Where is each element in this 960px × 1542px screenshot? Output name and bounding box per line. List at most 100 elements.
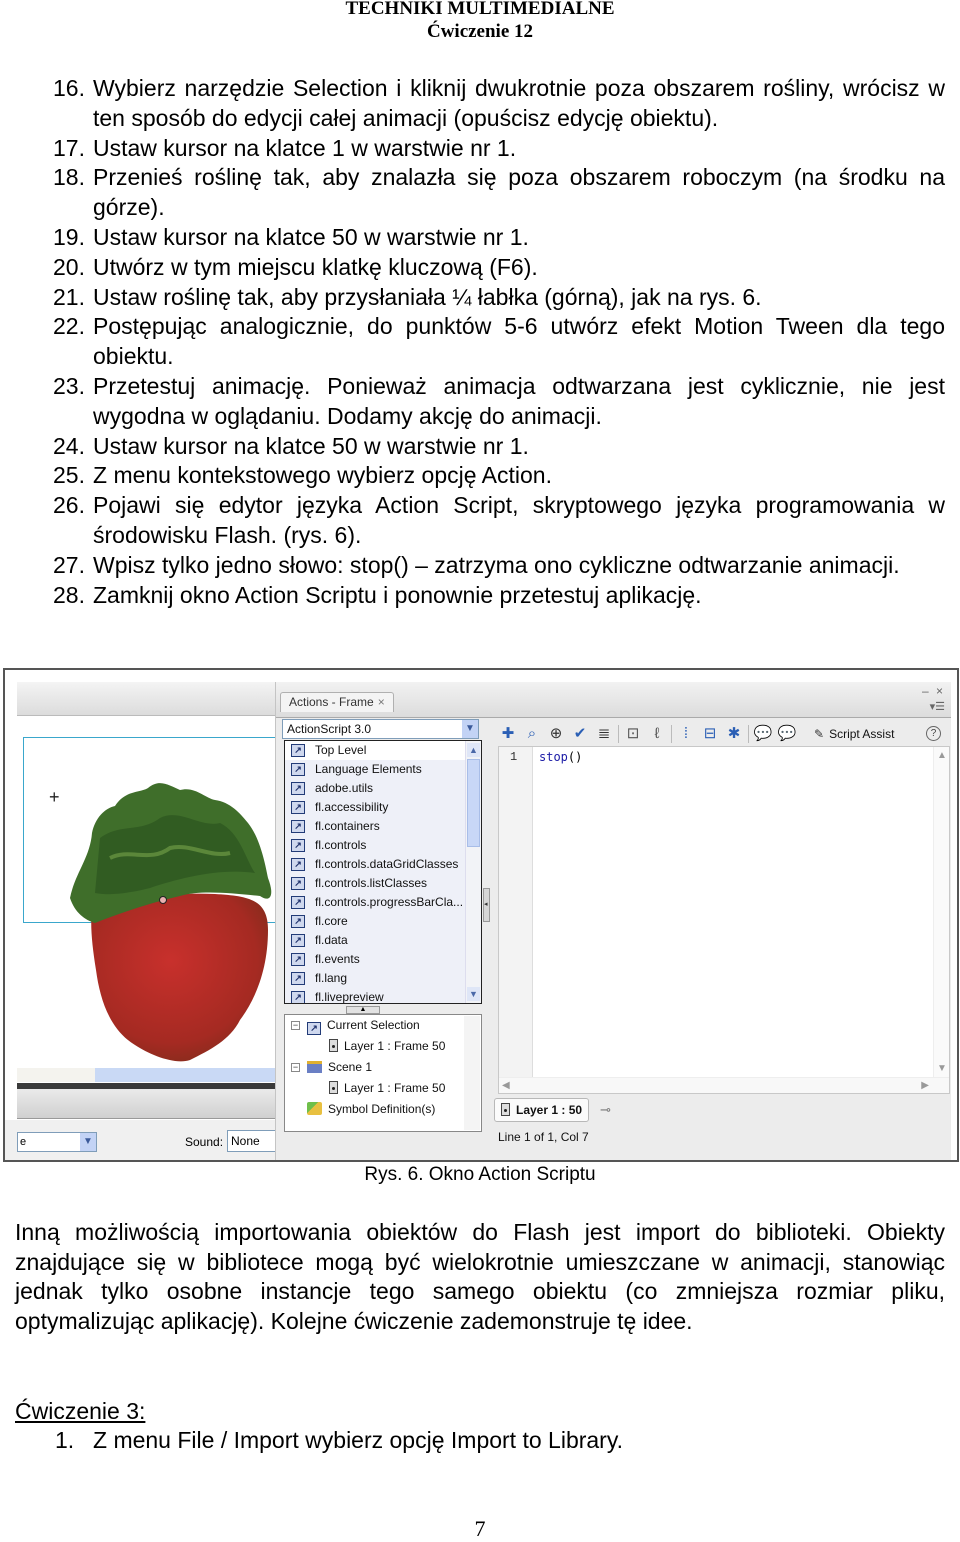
nav-symbol-definitions[interactable]: Symbol Definition(s): [307, 1102, 435, 1116]
package-book-icon: ↗: [291, 896, 305, 909]
list-item[interactable]: ↗ fl.core: [285, 912, 481, 931]
plant-image: [70, 783, 272, 923]
package-book-icon: ↗: [291, 934, 305, 947]
expand-all-icon[interactable]: ✱: [724, 724, 744, 744]
target-path-icon[interactable]: ⊕: [546, 724, 566, 744]
cursor-status: Line 1 of 1, Col 7: [498, 1130, 589, 1144]
properties-row: e ▼ Sound: None: [5, 1120, 277, 1160]
scroll-left-icon[interactable]: ◀: [502, 1080, 510, 1091]
tab-actions-frame[interactable]: Actions - Frame ×: [280, 692, 394, 712]
step-text: Ustaw kursor na klatce 50 w warstwie nr …: [93, 223, 529, 250]
line-comment-icon[interactable]: 💬: [777, 724, 797, 744]
package-book-icon: ↗: [291, 877, 305, 890]
list-item[interactable]: ↗ fl.lang: [285, 969, 481, 988]
list-item[interactable]: ↗ fl.livepreview: [285, 988, 481, 1003]
list-item: 22. Postępując analogicznie, do punktów 5…: [53, 312, 945, 372]
package-book-icon: ↗: [291, 972, 305, 985]
collapse-between-braces-icon[interactable]: ⁞: [676, 724, 696, 744]
nav-current-selection[interactable]: ↗ Current Selection: [307, 1018, 420, 1035]
chevron-down-icon[interactable]: ▼: [462, 720, 478, 738]
step-text: Wybierz narzędzie Selection i kliknij dw…: [93, 75, 945, 131]
package-book-icon: ↗: [307, 1022, 321, 1035]
list-item[interactable]: ↗ fl.events: [285, 950, 481, 969]
line-number-gutter: 1: [499, 747, 533, 1077]
help-icon[interactable]: ?: [926, 726, 941, 741]
list-item[interactable]: ↗ fl.controls: [285, 836, 481, 855]
list-item[interactable]: ↗ adobe.utils: [285, 779, 481, 798]
figure-caption: Rys. 6. Okno Action Scriptu: [364, 1164, 596, 1185]
auto-format-icon[interactable]: ≣: [594, 724, 614, 744]
scroll-down-icon[interactable]: ▼: [467, 987, 480, 1001]
list-item[interactable]: ↗ fl.controls.progressBarCla...: [285, 893, 481, 912]
document-header-subtitle: Ćwiczenie 12: [426, 21, 534, 42]
collapse-selection-icon[interactable]: ⊟: [700, 724, 720, 744]
script-editor[interactable]: 1 stop() ▲ ▼ ◀ ▶: [498, 746, 950, 1094]
frame-icon: [329, 1081, 338, 1094]
list-item: 20. Utwórz w tym miejscu klatkę kluczową …: [53, 253, 945, 283]
step-number: 22.: [53, 313, 85, 340]
chevron-down-icon[interactable]: ▼: [80, 1133, 96, 1151]
step-number: 28.: [53, 581, 85, 608]
scroll-thumb[interactable]: [467, 759, 480, 847]
nav-scene[interactable]: Scene 1: [307, 1060, 372, 1074]
debug-options-icon[interactable]: ℓ: [647, 724, 667, 744]
layer-frame-tab[interactable]: Layer 1 : 50: [494, 1098, 590, 1122]
list-item[interactable]: ↗ fl.accessibility: [285, 798, 481, 817]
list-item[interactable]: ↗ Top Level: [285, 741, 481, 760]
pin-script-icon[interactable]: ⊸: [600, 1102, 611, 1118]
editor-horizontal-scrollbar[interactable]: ◀ ▶: [499, 1077, 949, 1093]
window-controls[interactable]: – ×: [922, 684, 945, 698]
list-item[interactable]: ↗ fl.data: [285, 931, 481, 950]
collapse-toolbox-handle[interactable]: ◂: [483, 888, 490, 922]
step-text: Ustaw kursor na klatce 1 w warstwie nr 1…: [93, 134, 517, 161]
step-text: Postępując analogicznie, do punktów 5-6 …: [93, 313, 945, 370]
nav-frame-item[interactable]: Layer 1 : Frame 50: [329, 1081, 445, 1095]
script-assist-button[interactable]: ✎ Script Assist: [814, 722, 894, 746]
list-item[interactable]: ↗ fl.controls.listClasses: [285, 874, 481, 893]
actions-panel: Actions - Frame × – × ▾☰ ActionScript 3.0…: [275, 682, 951, 1160]
package-book-icon: ↗: [291, 991, 305, 1003]
property-combo[interactable]: e ▼: [17, 1132, 97, 1152]
code-keyword: stop: [539, 750, 568, 764]
find-icon[interactable]: ⌕: [522, 724, 542, 744]
timeline-scrollbar[interactable]: [17, 1068, 277, 1082]
actionscript-version-select[interactable]: ActionScript 3.0 ▼: [282, 719, 479, 739]
panel-menu-icon[interactable]: ▾☰: [930, 700, 945, 713]
close-icon[interactable]: ×: [378, 695, 385, 709]
navigator-scrollbar[interactable]: [464, 1016, 480, 1130]
nav-frame-item[interactable]: Layer 1 : Frame 50: [329, 1039, 445, 1053]
code-hint-icon[interactable]: ⊡: [623, 724, 643, 744]
list-item: 21. Ustaw roślinę tak, aby przysłaniała ¼…: [53, 283, 945, 313]
check-syntax-icon[interactable]: ✔: [570, 724, 590, 744]
sound-select[interactable]: None: [227, 1130, 277, 1152]
toolbox-scrollbar[interactable]: ▲ ▼: [465, 741, 481, 1003]
list-item[interactable]: ↗ fl.controls.dataGridClasses: [285, 855, 481, 874]
editor-vertical-scrollbar[interactable]: ▲ ▼: [933, 747, 949, 1077]
list-item: 23. Przetestuj animację. Ponieważ animacj…: [53, 372, 945, 432]
step-number: 18.: [53, 164, 85, 191]
collapse-icon[interactable]: −: [291, 1063, 300, 1072]
step-number: 16.: [53, 75, 85, 101]
list-item: 18. Przenieś roślinę tak, aby znalazła si…: [53, 163, 945, 223]
list-item[interactable]: ↗ Language Elements: [285, 760, 481, 779]
scroll-up-icon[interactable]: ▲: [467, 743, 480, 757]
step-text: Pojawi się edytor języka Action Script, …: [93, 492, 945, 548]
scroll-right-icon[interactable]: ▶: [921, 1080, 929, 1091]
package-book-icon: ↗: [291, 915, 305, 928]
body-paragraph: Inną możliwością importowania obiektów d…: [15, 1219, 945, 1334]
panel-title-bar: Actions - Frame × – × ▾☰: [276, 682, 951, 718]
step-number: 23.: [53, 372, 85, 399]
scroll-up-icon[interactable]: ▲: [937, 750, 947, 761]
scroll-down-icon[interactable]: ▼: [937, 1063, 947, 1074]
add-statement-icon[interactable]: ✚: [498, 724, 518, 744]
pane-splitter-handle[interactable]: ▲: [346, 1006, 380, 1014]
scene-clapper-icon: [307, 1061, 322, 1073]
collapse-icon[interactable]: −: [291, 1021, 300, 1030]
list-item[interactable]: ↗ fl.containers: [285, 817, 481, 836]
step-text: Zamknij okno Action Scriptu i ponownie p…: [93, 581, 702, 608]
frame-icon: [329, 1039, 338, 1052]
list-item: 1. Z menu File / Import wybierz opcję Imp…: [55, 1426, 623, 1455]
package-book-icon: ↗: [291, 782, 305, 795]
block-comment-icon[interactable]: 💬: [753, 724, 773, 744]
code-line[interactable]: stop(): [539, 750, 582, 764]
